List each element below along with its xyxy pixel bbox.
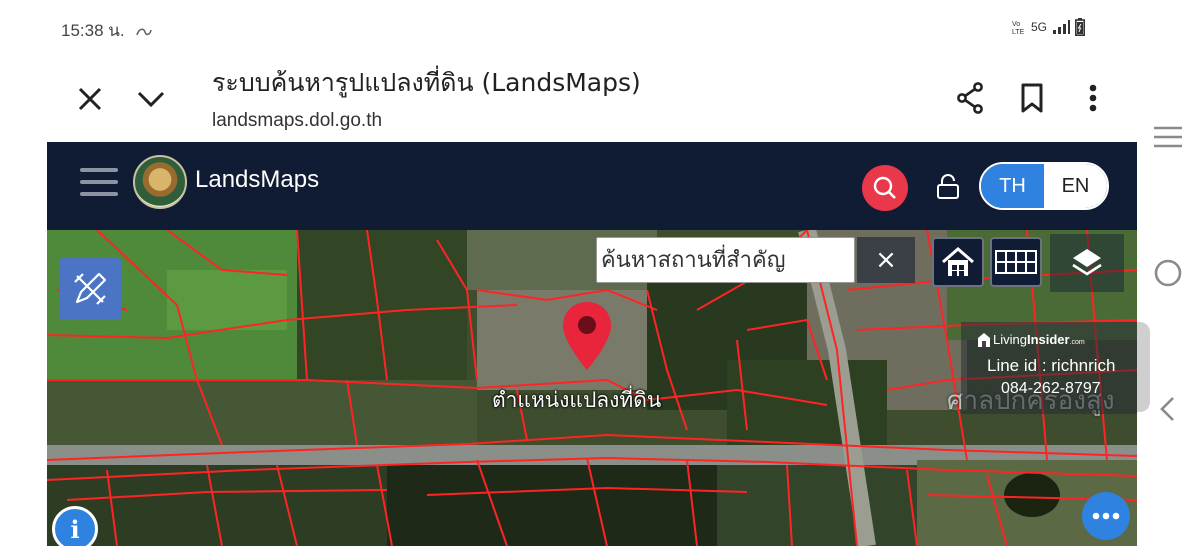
pin-label: ตำแหน่งแปลงที่ดิน bbox=[492, 388, 662, 412]
volte-icon: VoLTE bbox=[1012, 21, 1025, 35]
layers-icon bbox=[1072, 249, 1102, 276]
watermark: LivingInsider.com Line id : richnrich 08… bbox=[961, 322, 1137, 414]
webview: LandsMaps TH EN ค้นหาสถานที่สำคัญ × ตำแห… bbox=[47, 142, 1137, 546]
status-icons: Vo LTE 5G bbox=[1012, 18, 1086, 36]
watermark-phone: 084-262-8797 bbox=[1001, 380, 1101, 397]
map-view[interactable]: × ตำแหน่งแปลงที่ดิน ศาลปกครองสูง LivingI… bbox=[47, 230, 1137, 546]
sync-icon bbox=[136, 28, 153, 35]
info-icon: i bbox=[70, 514, 80, 544]
close-icon[interactable] bbox=[72, 82, 108, 116]
layers-button[interactable] bbox=[1050, 234, 1124, 292]
more-vert-icon[interactable] bbox=[1080, 80, 1106, 116]
app-header: LandsMaps TH EN bbox=[47, 142, 1137, 230]
draw-tool-icon bbox=[74, 272, 107, 305]
system-nav-bar bbox=[1137, 0, 1200, 546]
lang-th-button[interactable]: TH bbox=[981, 164, 1044, 208]
screen: 15:38 น. Vo LTE 5G ระบบค้นหารูปแปลงที่ดิน… bbox=[0, 0, 1200, 546]
poi-search-input[interactable] bbox=[596, 237, 855, 283]
page-title: ระบบค้นหารูปแปลงที่ดิน (LandsMaps) bbox=[212, 68, 641, 97]
home-icon bbox=[942, 247, 974, 276]
lock-icon bbox=[937, 174, 959, 199]
more-horiz-icon bbox=[1092, 512, 1120, 520]
watermark-brand: LivingInsider.com bbox=[993, 332, 1085, 347]
bookmark-icon[interactable] bbox=[1015, 80, 1049, 116]
brand-name: LandsMaps bbox=[195, 166, 320, 193]
draw-tool-button[interactable] bbox=[59, 258, 121, 320]
grid-icon bbox=[995, 250, 1037, 274]
home-button[interactable] bbox=[932, 237, 984, 287]
clear-search-button[interactable]: × bbox=[857, 237, 915, 283]
battery-icon bbox=[1075, 18, 1086, 36]
map-pin-icon[interactable] bbox=[561, 300, 613, 372]
status-time-text: 15:38 น. bbox=[61, 21, 125, 40]
watermark-brand-bold: Insider bbox=[1026, 332, 1070, 347]
login-button[interactable] bbox=[934, 172, 962, 202]
chevron-down-icon[interactable] bbox=[132, 82, 170, 116]
home-circle-icon[interactable] bbox=[1151, 256, 1185, 290]
share-icon[interactable] bbox=[953, 80, 989, 116]
recents-icon[interactable] bbox=[1151, 120, 1185, 154]
living-insider-logo-icon bbox=[978, 333, 990, 347]
hamburger-menu-icon[interactable] bbox=[80, 168, 118, 198]
back-icon[interactable] bbox=[1151, 392, 1185, 426]
watermark-brand-suffix: .com bbox=[1069, 339, 1085, 346]
signal-icon bbox=[1053, 20, 1071, 34]
dol-logo bbox=[133, 155, 187, 209]
lang-en-button[interactable]: EN bbox=[1044, 164, 1107, 208]
info-button[interactable]: i bbox=[52, 506, 98, 546]
edge-panel-handle[interactable] bbox=[1137, 322, 1150, 412]
svg-text:Vo: Vo bbox=[1012, 21, 1020, 28]
language-toggle[interactable]: TH EN bbox=[979, 162, 1109, 210]
status-time: 15:38 น. bbox=[61, 17, 153, 44]
grid-button[interactable] bbox=[990, 237, 1042, 287]
more-options-button[interactable] bbox=[1082, 492, 1130, 540]
search-button[interactable] bbox=[862, 165, 908, 211]
network-label: 5G bbox=[1031, 20, 1048, 34]
watermark-line-id: Line id : richnrich bbox=[987, 356, 1116, 375]
search-icon bbox=[873, 176, 896, 199]
svg-text:LTE: LTE bbox=[1012, 29, 1025, 35]
page-url[interactable]: landsmaps.dol.go.th bbox=[212, 110, 382, 132]
watermark-brand-light: Living bbox=[993, 332, 1027, 347]
